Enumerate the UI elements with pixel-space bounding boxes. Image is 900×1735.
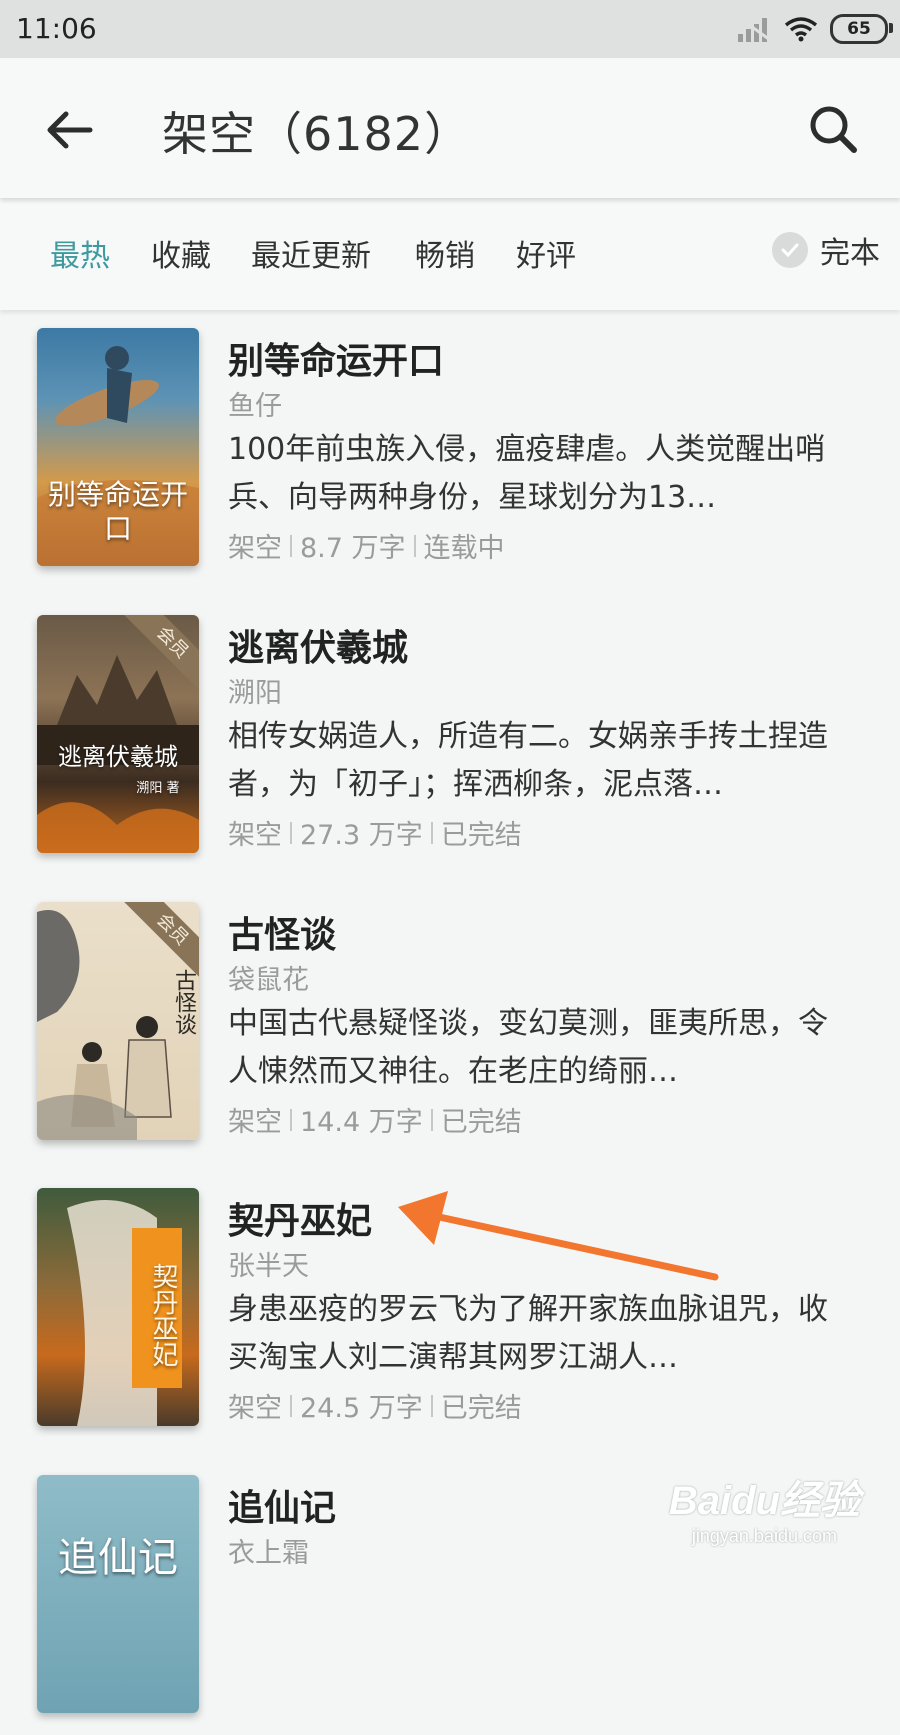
battery-level: 65: [847, 19, 871, 39]
cover-author: 溯阳 著: [136, 781, 180, 796]
status-time: 11:06: [16, 12, 97, 45]
book-item[interactable]: 会员 古怪谈 古怪谈 袋鼠花 中国古代悬疑怪谈，变幻莫测，匪夷所思，令人悚然而又…: [0, 902, 900, 1162]
arrow-left-icon: [47, 111, 93, 149]
book-word-count: 24.5 万字: [300, 1393, 423, 1424]
signal-icon: [738, 16, 772, 42]
book-meta: 架空 24.5 万字 已完结: [228, 1386, 522, 1425]
status-bar: 11:06 65: [0, 0, 900, 58]
annotation-arrow-icon: [398, 1191, 719, 1281]
book-word-count: 8.7 万字: [300, 533, 406, 564]
check-icon: [772, 232, 808, 268]
cover-title: 古怪谈: [171, 969, 196, 1035]
tab-bestselling[interactable]: 畅销: [415, 231, 475, 275]
separator: [290, 534, 292, 557]
separator: [430, 1394, 433, 1417]
book-word-count: 27.3 万字: [300, 820, 423, 851]
tab-recently-updated[interactable]: 最近更新: [251, 231, 371, 275]
separator: [290, 1108, 292, 1131]
separator: [430, 821, 433, 844]
book-cover[interactable]: 追仙记: [37, 1475, 199, 1713]
book-item[interactable]: 会员 逃离伏羲城 溯阳 著 逃离伏羲城 溯阳 相传女娲造人，所造有二。女娲亲手抟…: [0, 615, 900, 875]
book-meta: 架空 8.7 万字 连载中: [228, 526, 505, 565]
book-category: 架空: [228, 533, 282, 564]
book-cover[interactable]: 会员 古怪谈: [37, 902, 199, 1140]
book-category: 架空: [228, 1393, 282, 1424]
watermark-url: jingyan.baidu.com: [691, 1526, 837, 1546]
battery-icon: 65: [830, 14, 893, 44]
separator: [430, 1108, 433, 1131]
book-cover[interactable]: 别等命运开口: [37, 328, 199, 566]
back-button[interactable]: [38, 98, 102, 162]
cover-title: 契丹巫妃: [148, 1263, 178, 1367]
book-author[interactable]: 溯阳: [228, 671, 282, 710]
app-bar: 架空（6182）: [0, 58, 900, 198]
filter-bar: 最热 收藏 最近更新 畅销 好评 完本: [0, 198, 900, 310]
complete-filter-toggle[interactable]: 完本: [772, 228, 880, 272]
cover-title: 追仙记: [58, 1535, 178, 1581]
book-description: 100年前虫族入侵，瘟疫肆虐。人类觉醒出哨兵、向导两种身份，星球划分为13…: [228, 432, 826, 515]
tab-hottest[interactable]: 最热: [50, 231, 110, 275]
book-category: 架空: [228, 1107, 282, 1138]
book-cover[interactable]: 会员 逃离伏羲城 溯阳 著: [37, 615, 199, 853]
book-title[interactable]: 契丹巫妃: [228, 1192, 372, 1244]
book-status: 已完结: [440, 820, 522, 851]
book-category: 架空: [228, 820, 282, 851]
separator: [413, 534, 416, 557]
book-status: 已完结: [440, 1107, 522, 1138]
separator: [290, 821, 292, 844]
search-button[interactable]: [802, 98, 866, 162]
watermark-logo: Baidu经验: [668, 1479, 860, 1523]
cover-title: 别等命运开口: [47, 478, 188, 545]
book-status: 已完结: [440, 1393, 522, 1424]
cover-title: 逃离伏羲城: [58, 743, 178, 771]
book-title[interactable]: 别等命运开口: [228, 332, 444, 384]
status-icons: 65: [738, 12, 893, 46]
book-cover[interactable]: 契丹巫妃: [37, 1188, 199, 1426]
book-description: 相传女娲造人，所造有二。女娲亲手抟土捏造者，为「初子」；挥洒柳条，泥点落…: [228, 719, 828, 802]
book-author[interactable]: 衣上霜: [228, 1531, 309, 1570]
book-word-count: 14.4 万字: [300, 1107, 423, 1138]
book-author[interactable]: 张半天: [228, 1244, 309, 1283]
separator: [290, 1394, 292, 1417]
book-item[interactable]: 别等命运开口 别等命运开口 鱼仔 100年前虫族入侵，瘟疫肆虐。人类觉醒出哨兵、…: [0, 328, 900, 588]
watermark: Baidu经验 jingyan.baidu.com: [669, 1468, 860, 1547]
book-author[interactable]: 袋鼠花: [228, 958, 309, 997]
complete-filter-label: 完本: [820, 236, 880, 271]
tab-top-rated[interactable]: 好评: [516, 231, 576, 275]
book-description: 身患巫疫的罗云飞为了解开家族血脉诅咒，收买淘宝人刘二演帮其网罗江湖人…: [228, 1292, 828, 1375]
wifi-icon: [784, 16, 818, 42]
book-title[interactable]: 追仙记: [228, 1479, 336, 1531]
search-icon: [810, 106, 857, 153]
book-author[interactable]: 鱼仔: [228, 384, 282, 423]
book-description: 中国古代悬疑怪谈，变幻莫测，匪夷所思，令人悚然而又神往。在老庄的绮丽…: [228, 1006, 828, 1089]
book-meta: 架空 14.4 万字 已完结: [228, 1100, 522, 1139]
tab-favorites[interactable]: 收藏: [151, 231, 211, 275]
book-status: 连载中: [423, 533, 505, 564]
book-title[interactable]: 古怪谈: [228, 906, 336, 958]
book-meta: 架空 27.3 万字 已完结: [228, 813, 522, 852]
page-title: 架空（6182）: [162, 107, 472, 161]
book-title[interactable]: 逃离伏羲城: [228, 619, 408, 671]
